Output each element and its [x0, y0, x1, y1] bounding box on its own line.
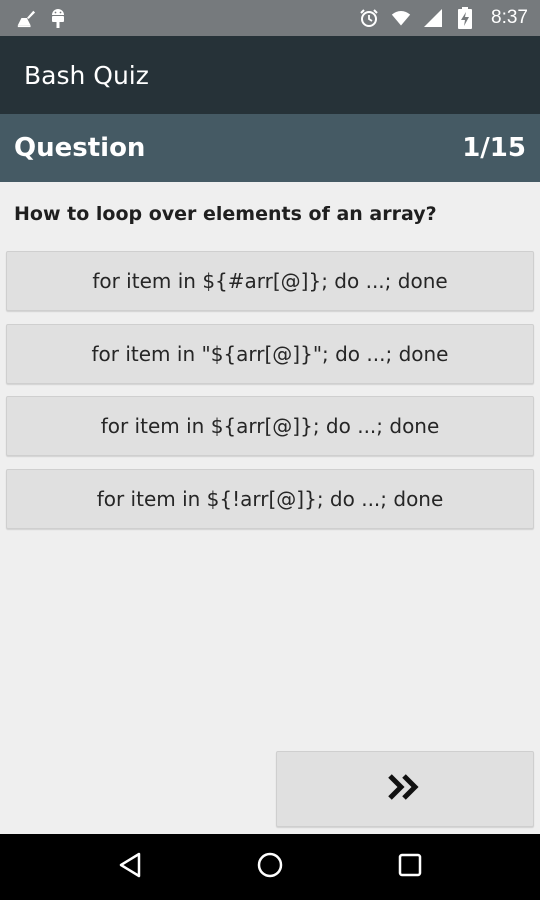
app-bar: Bash Quiz [0, 36, 540, 114]
back-icon [117, 851, 143, 884]
battery-charging-icon [455, 7, 475, 29]
home-icon [256, 851, 284, 884]
android-icon [48, 8, 68, 28]
recents-icon [398, 853, 422, 882]
answer-button-1[interactable]: for item in ${#arr[@]}; do ...; done [6, 251, 534, 311]
status-bar: 8:37 [0, 0, 540, 36]
next-button[interactable] [276, 751, 534, 827]
answer-button-2[interactable]: for item in "${arr[@]}"; do ...; done [6, 323, 534, 384]
question-text: How to loop over elements of an array? [14, 203, 437, 225]
question-label: Question [14, 133, 146, 163]
home-button[interactable] [240, 837, 300, 897]
cleaner-icon [16, 8, 36, 28]
question-progress: 1/15 [462, 133, 526, 163]
app-title: Bash Quiz [24, 60, 149, 90]
answer-list: for item in ${#arr[@]}; do ...; done for… [6, 251, 534, 541]
status-right: 8:37 [359, 7, 528, 29]
answer-button-3[interactable]: for item in ${arr[@]}; do ...; done [6, 396, 534, 456]
answer-button-4[interactable]: for item in ${!arr[@]}; do ...; done [6, 468, 534, 529]
back-button[interactable] [100, 837, 160, 897]
alarm-icon [359, 8, 379, 28]
signal-icon [423, 8, 443, 28]
question-header: Question 1/15 [0, 114, 540, 182]
status-left [16, 8, 68, 28]
double-chevron-right-icon [387, 773, 423, 806]
navigation-bar [0, 834, 540, 900]
wifi-icon [391, 8, 411, 28]
status-time: 8:37 [491, 7, 528, 28]
recents-button[interactable] [380, 837, 440, 897]
